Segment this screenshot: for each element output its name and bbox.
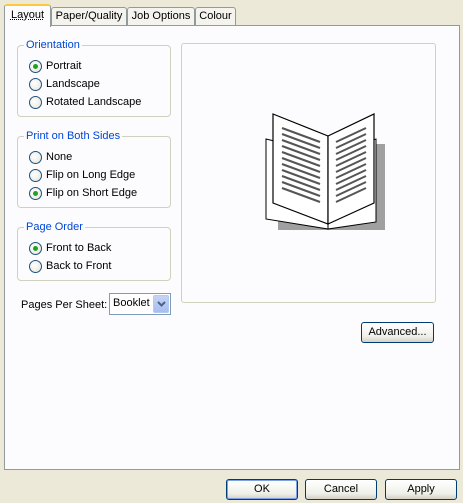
- booklet-icon: [265, 113, 385, 230]
- cancel-button[interactable]: Cancel: [305, 479, 377, 500]
- radio-label: Landscape: [46, 78, 100, 90]
- radio-label: Front to Back: [46, 242, 112, 254]
- apply-button[interactable]: Apply: [385, 479, 457, 500]
- tab-colour[interactable]: Colour: [195, 7, 236, 26]
- radio-flip-long-edge[interactable]: Flip on Long Edge: [29, 168, 135, 182]
- tab-job-options[interactable]: Job Options: [127, 7, 195, 26]
- ok-button[interactable]: OK: [226, 479, 298, 500]
- pages-per-sheet-label: Pages Per Sheet:: [21, 299, 108, 311]
- radio-dot: [33, 190, 38, 196]
- tab-layout[interactable]: Layout: [4, 4, 51, 27]
- radio-button: [29, 77, 42, 91]
- print-both-sides-group-title: Print on Both Sides: [24, 129, 123, 143]
- radio-label: Rotated Landscape: [46, 96, 142, 108]
- radio-button-selected: [29, 59, 42, 73]
- layout-tab-panel: Orientation Portrait Landscape Rotated L…: [4, 25, 460, 470]
- radio-button: [29, 259, 42, 273]
- radio-button-selected: [29, 241, 42, 255]
- radio-label: Back to Front: [46, 260, 112, 272]
- radio-none[interactable]: None: [29, 150, 72, 164]
- pages-per-sheet-select[interactable]: Booklet: [109, 293, 171, 315]
- radio-rotated-landscape[interactable]: Rotated Landscape: [29, 95, 141, 109]
- radio-button: [29, 150, 42, 164]
- radio-button-selected: [29, 186, 42, 200]
- page-order-group: Page Order Front to Back Back to Front: [17, 220, 171, 281]
- radio-dot: [33, 245, 38, 251]
- radio-label: Flip on Long Edge: [46, 169, 136, 181]
- orientation-group-title: Orientation: [24, 38, 82, 52]
- radio-label: Flip on Short Edge: [46, 187, 138, 199]
- orientation-group: Orientation Portrait Landscape Rotated L…: [17, 38, 171, 117]
- tab-paper-quality[interactable]: Paper/Quality: [51, 7, 127, 26]
- print-both-sides-group: Print on Both Sides None Flip on Long Ed…: [17, 129, 171, 208]
- advanced-button[interactable]: Advanced...: [361, 322, 434, 343]
- radio-flip-short-edge[interactable]: Flip on Short Edge: [29, 186, 137, 200]
- layout-preview: [181, 43, 436, 303]
- radio-front-to-back[interactable]: Front to Back: [29, 241, 111, 255]
- pages-per-sheet-value: Booklet: [113, 297, 150, 309]
- radio-back-to-front[interactable]: Back to Front: [29, 259, 111, 273]
- radio-label: Portrait: [46, 60, 82, 72]
- radio-button: [29, 95, 42, 109]
- radio-landscape[interactable]: Landscape: [29, 77, 100, 91]
- radio-label: None: [46, 151, 73, 163]
- layout-properties-dialog: Layout Paper/Quality Job Options Colour …: [0, 0, 463, 503]
- radio-portrait[interactable]: Portrait: [29, 59, 81, 73]
- page-order-group-title: Page Order: [24, 220, 85, 234]
- radio-dot: [33, 63, 38, 69]
- radio-button: [29, 168, 42, 182]
- chevron-down-icon[interactable]: [153, 295, 169, 313]
